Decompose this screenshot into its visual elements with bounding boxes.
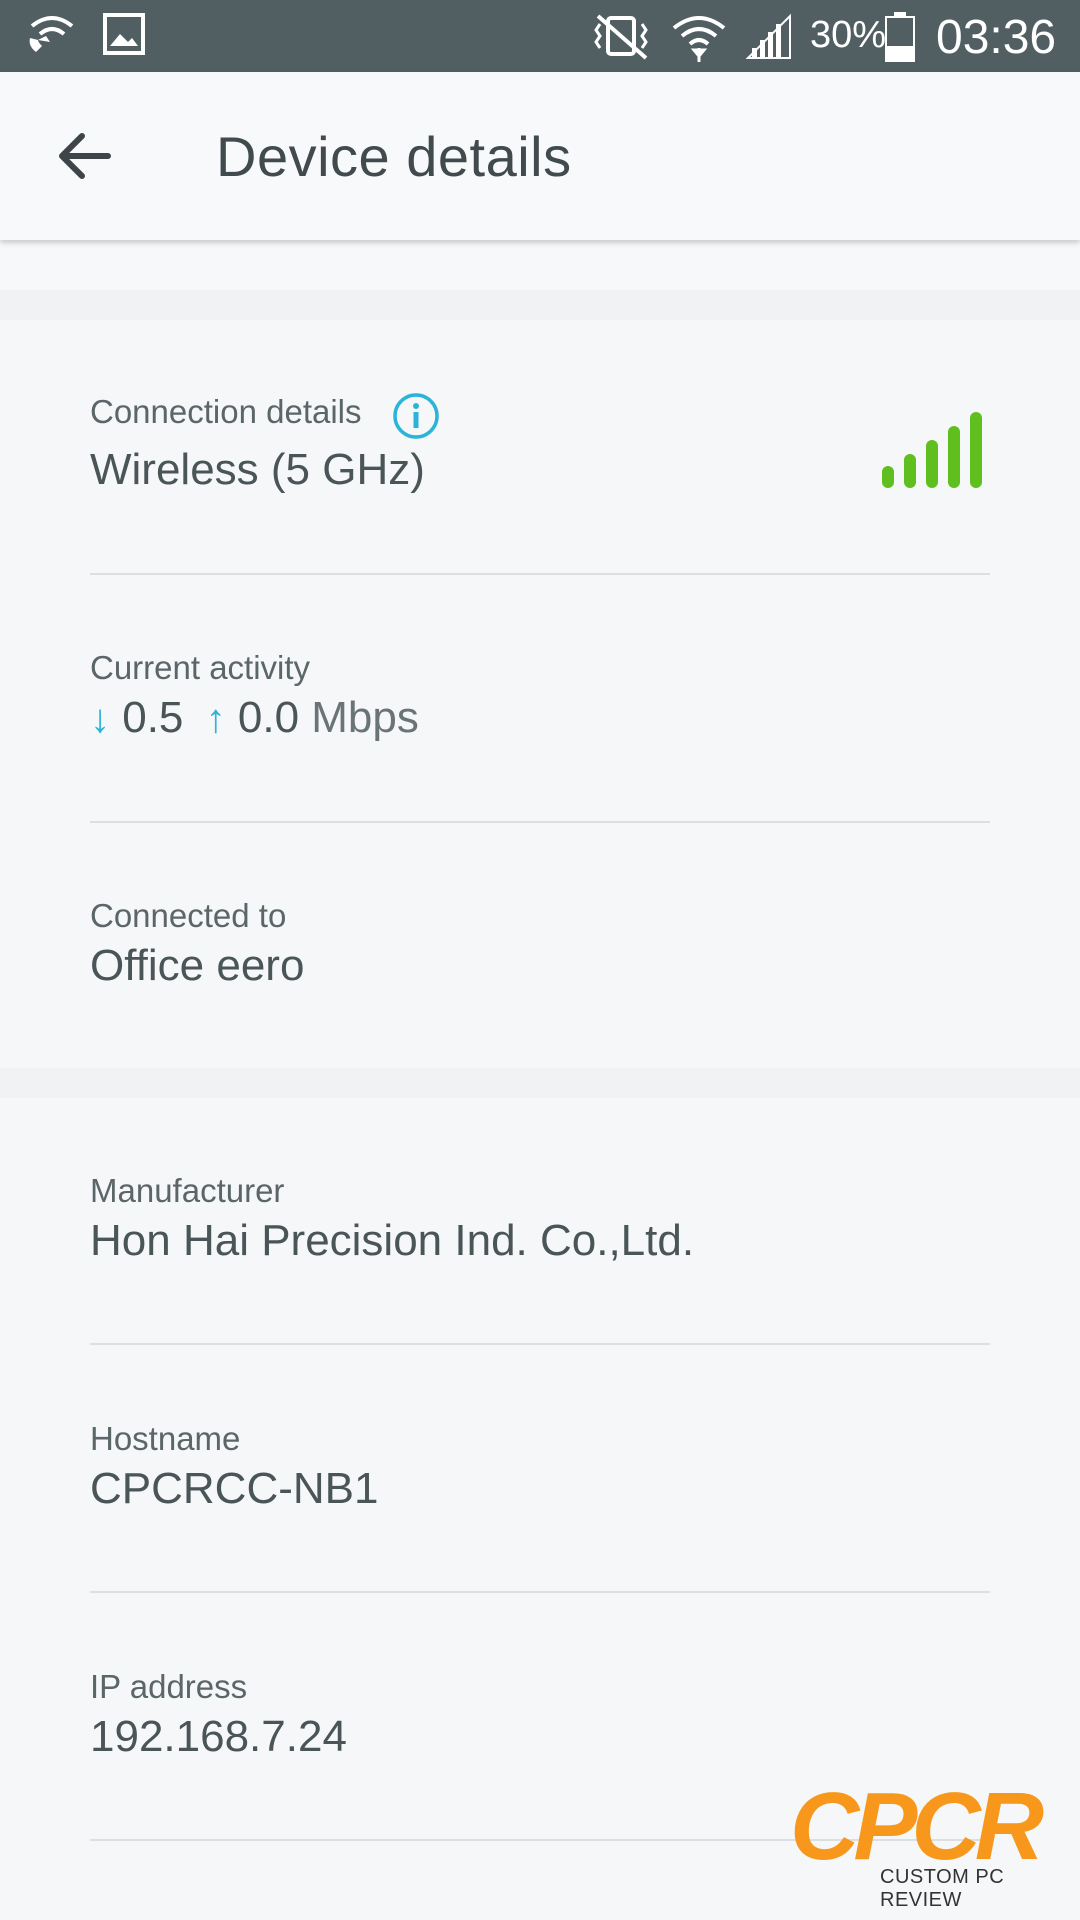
connected-to-label: Connected to [90,897,287,934]
manufacturer-label: Manufacturer [90,1172,285,1209]
upload-rate: 0.0 [237,693,300,742]
page-title: Device details [216,125,572,188]
image-icon [103,13,145,55]
current-activity-row: Current activity ↓ 0.5 ↑ 0.0 Mbps [90,648,990,745]
arrow-left-icon [59,133,111,179]
status-bar: 30% 03:36 [0,0,1080,72]
ip-address-label: IP address [90,1668,248,1705]
upload-arrow-icon: ↑ [205,697,226,741]
divider [90,1591,990,1593]
wifi-icon [672,16,726,62]
app-bar: Device details [0,72,1080,240]
current-activity-value: ↓ 0.5 ↑ 0.0 Mbps [90,692,990,745]
battery-icon [885,12,915,62]
manufacturer-value: Hon Hai Precision Ind. Co.,Ltd. [90,1216,695,1265]
connection-details-row[interactable]: Connection details Wireless (5 GHz) [90,392,990,496]
manufacturer-row: Manufacturer Hon Hai Precision Ind. Co.,… [90,1171,990,1267]
connected-to-value: Office eero [90,941,305,990]
signal-strength-icon [882,412,982,488]
ip-address-value: 192.168.7.24 [90,1712,347,1761]
hostname-value: CPCRCC-NB1 [90,1464,379,1513]
connection-type-value: Wireless (5 GHz) [90,444,425,494]
cellular-signal-icon [745,13,791,59]
section-gap [0,1068,1080,1098]
info-icon[interactable] [392,392,440,440]
status-clock: 03:36 [936,11,1057,64]
download-arrow-icon: ↓ [90,697,110,741]
hostname-label: Hostname [90,1420,241,1457]
divider [90,573,990,575]
watermark-logo-text: CPCR [790,1773,1044,1880]
wifi-calling-icon [29,16,74,52]
connection-details-label: Connection details [90,393,362,430]
watermark-logo: CPCR CUSTOM PC REVIEW [790,1773,1060,1912]
divider [90,1343,990,1345]
battery-percentage: 30% [810,14,887,56]
section-gap [0,290,1080,320]
vibrate-icon [594,14,648,60]
connected-to-row[interactable]: Connected to Office eero [90,896,990,992]
ip-address-row: IP address 192.168.7.24 [90,1667,990,1763]
current-activity-label: Current activity [90,649,311,686]
back-button[interactable] [52,124,116,188]
hostname-row: Hostname CPCRCC-NB1 [90,1419,990,1515]
download-rate: 0.5 [122,693,184,742]
divider [90,821,990,823]
rate-unit: Mbps [311,693,419,742]
